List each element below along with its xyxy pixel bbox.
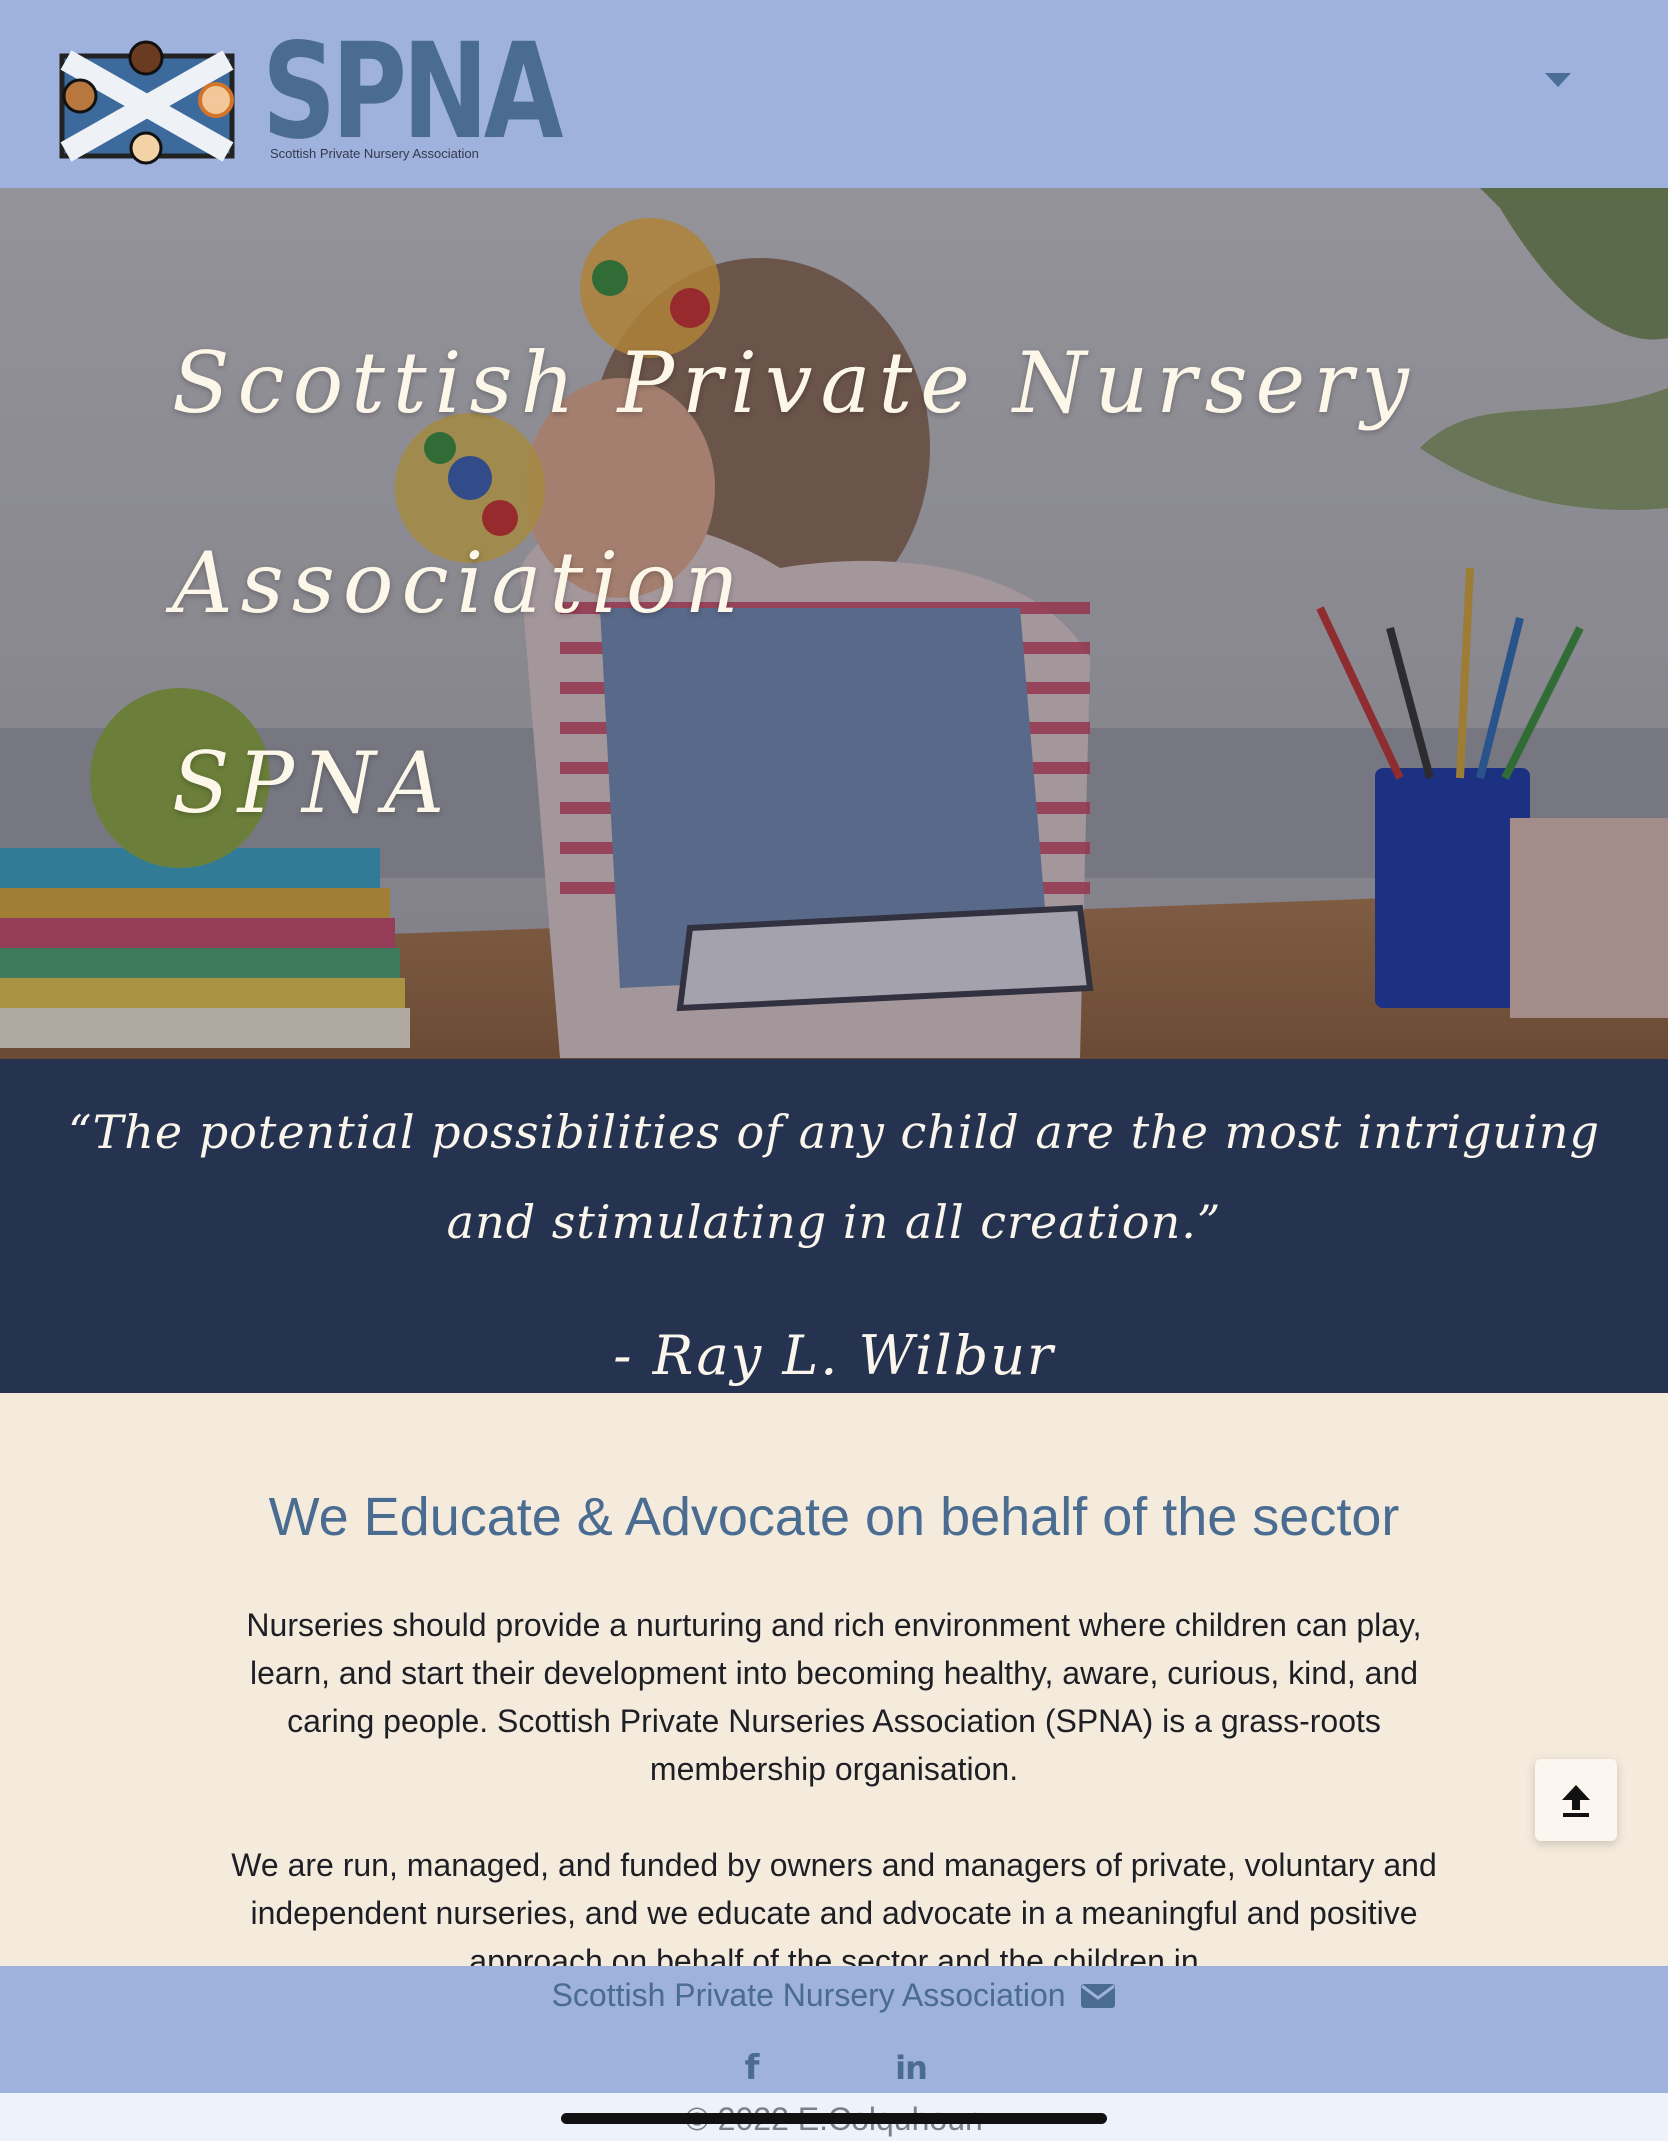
mission-paragraph: We are run, managed, and funded by owner… — [231, 1847, 1437, 1966]
intro-paragraph: Nurseries should provide a nurturing and… — [246, 1607, 1422, 1787]
site-footer: Scottish Private Nursery Association f i… — [0, 1966, 1668, 2093]
quote-text: “The potential possibilities of any chil… — [68, 1105, 1600, 1249]
site-header: SPNA Scottish Private Nursery Associatio… — [0, 0, 1668, 188]
hero-title-line-3: SPNA — [172, 734, 453, 832]
logo-subtitle: Scottish Private Nursery Association — [270, 146, 479, 161]
hero-title: Scottish Private Nursery Association SPN… — [172, 283, 1472, 883]
footer-org-line: Scottish Private Nursery Association — [0, 1972, 1668, 2021]
envelope-icon[interactable] — [1080, 1975, 1116, 2021]
logo-wordmark: SPNA — [262, 15, 563, 169]
facebook-icon[interactable]: f — [732, 2048, 772, 2088]
main-content: We Educate & Advocate on behalf of the s… — [0, 1393, 1668, 1966]
home-indicator[interactable] — [561, 2113, 1107, 2124]
logo-flag-icon — [59, 40, 235, 165]
menu-toggle-button[interactable] — [1534, 60, 1582, 100]
section-heading: We Educate & Advocate on behalf of the s… — [268, 1487, 1400, 1547]
spna-logo[interactable]: SPNA Scottish Private Nursery Associatio… — [52, 22, 563, 167]
back-to-top-button[interactable] — [1535, 1759, 1617, 1841]
quote-author: - Ray L. Wilbur — [613, 1324, 1055, 1387]
quote-band: “The potential possibilities of any chil… — [0, 1059, 1668, 1393]
arrow-up-icon — [1562, 1785, 1590, 1817]
linkedin-icon[interactable]: in — [891, 2048, 931, 2088]
hero-title-line-1: Scottish Private Nursery — [172, 334, 1417, 432]
hero-banner: Scottish Private Nursery Association SPN… — [0, 188, 1668, 1059]
caret-down-icon — [1545, 73, 1571, 87]
footer-org-name: Scottish Private Nursery Association — [551, 1977, 1066, 2013]
hero-title-line-2: Association — [172, 534, 747, 632]
